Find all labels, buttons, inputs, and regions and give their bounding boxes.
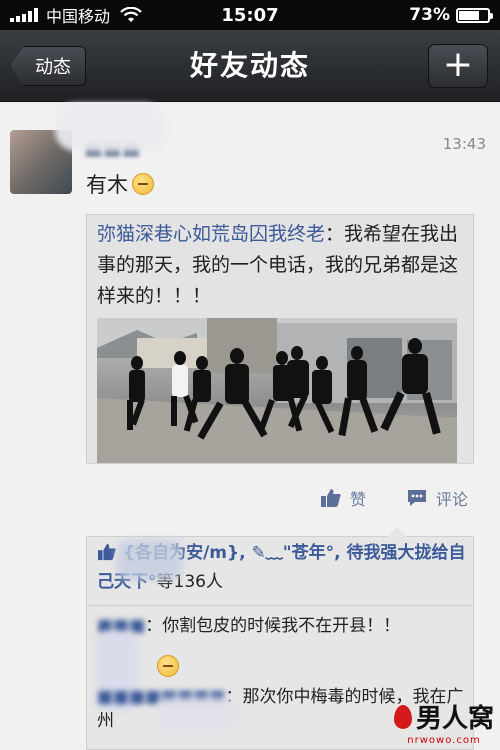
comment-text: 你割包皮的时候我不在开县！！ bbox=[162, 616, 401, 636]
thumbs-up-icon bbox=[321, 489, 341, 507]
navigation-bar: 动态 好友动态 + bbox=[0, 30, 500, 102]
shared-post[interactable]: 弥猫深巷心如荒岛囚我终老：我希望在我出事的那天，我的一个电话，我的兄弟都是这样来… bbox=[86, 214, 474, 464]
battery-fill bbox=[459, 10, 480, 20]
feed[interactable]: ■■■ 13:43 有木 弥猫深巷心如荒岛囚我终老：我希望在我出事的那天，我的一… bbox=[0, 103, 500, 750]
thumbs-up-icon bbox=[98, 543, 116, 561]
shared-post-source[interactable]: 弥猫深巷心如荒岛囚我终老 bbox=[97, 223, 325, 245]
watermark-url: nrwowo.com bbox=[407, 735, 481, 746]
sleepy-face-emoji-icon bbox=[157, 655, 179, 677]
separator: ： bbox=[325, 223, 345, 245]
watermark: 男人窝 nrwowo.com bbox=[393, 698, 494, 746]
status-bar: 中国移动 15:07 73% bbox=[0, 0, 500, 30]
add-button[interactable]: + bbox=[428, 44, 488, 88]
like-button[interactable]: 赞 bbox=[320, 486, 366, 510]
comment-item[interactable]: ■■■：你割包皮的时候我不在开县！！ bbox=[97, 611, 400, 636]
comment-button[interactable]: 评论 bbox=[406, 486, 468, 510]
shared-photo[interactable] bbox=[97, 318, 457, 463]
watermark-text: 男人窝 bbox=[415, 704, 494, 734]
post-actions: 赞 评论 bbox=[320, 486, 468, 510]
redaction-overlay bbox=[157, 697, 237, 731]
battery-percent: 73% bbox=[409, 5, 450, 25]
wifi-icon bbox=[120, 7, 142, 22]
post-time: 13:43 bbox=[442, 135, 486, 153]
signal-icon bbox=[10, 8, 38, 22]
divider bbox=[87, 605, 473, 606]
sleepy-face-emoji-icon bbox=[132, 173, 154, 195]
post-text-content: 有木 bbox=[86, 173, 128, 197]
page-title: 好友动态 bbox=[189, 49, 310, 82]
carrier-name: 中国移动 bbox=[46, 7, 111, 26]
battery-icon bbox=[456, 7, 493, 23]
post-text: 有木 bbox=[86, 169, 154, 199]
shared-post-text: 弥猫深巷心如荒岛囚我终老：我希望在我出事的那天，我的一个电话，我的兄弟都是这样来… bbox=[97, 219, 463, 312]
like-label: 赞 bbox=[350, 490, 367, 509]
watermark-logo-icon bbox=[393, 704, 412, 729]
redaction-overlay bbox=[55, 103, 165, 151]
redaction-overlay bbox=[117, 540, 182, 580]
comment-bubble-icon bbox=[408, 490, 427, 506]
battery: 73% bbox=[409, 5, 493, 25]
comment-label: 评论 bbox=[436, 490, 469, 509]
photo-people-running-illustration bbox=[97, 318, 457, 463]
